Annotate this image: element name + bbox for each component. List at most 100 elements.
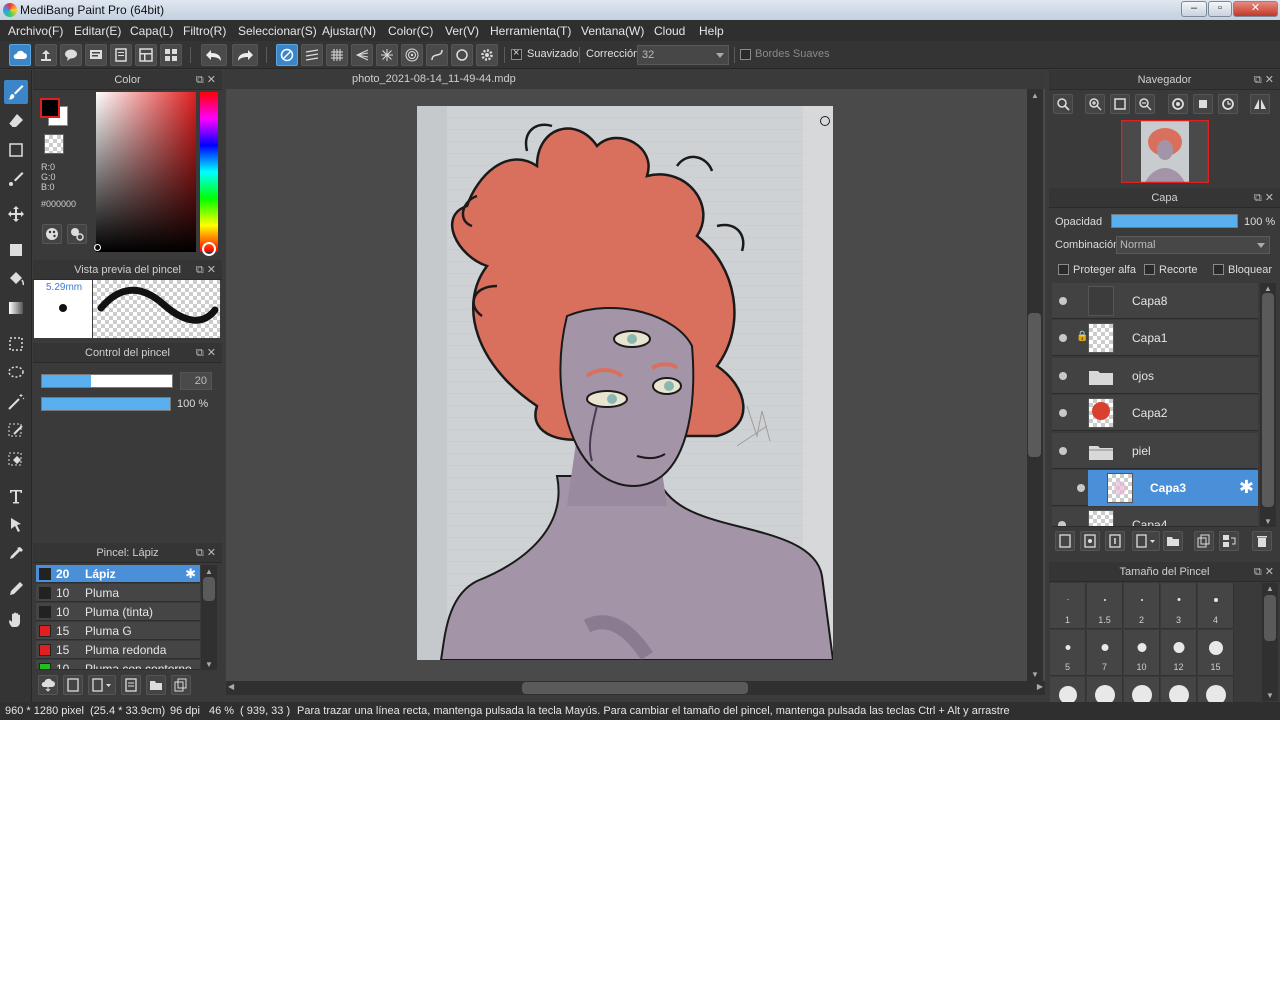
grid-panel-button[interactable] — [160, 44, 182, 66]
menu-filtro[interactable]: Filtro(R) — [183, 24, 226, 38]
soft-edges-checkbox[interactable] — [740, 49, 751, 60]
brush-item-pluma-redonda[interactable]: 15 Pluma redonda — [36, 641, 200, 659]
lock-checkbox[interactable] — [1213, 264, 1224, 275]
visibility-eye-icon[interactable] — [1059, 334, 1067, 342]
magic-wand-tool[interactable] — [4, 390, 28, 414]
minimize-button[interactable]: – — [1181, 1, 1207, 17]
scroll-down-icon[interactable]: ▼ — [1266, 691, 1274, 700]
brush-size-cell[interactable] — [1161, 677, 1197, 702]
visibility-eye-icon[interactable] — [1059, 447, 1067, 455]
panel-float-close-icons[interactable]: ⧉ ✕ — [1254, 562, 1274, 582]
move-tool[interactable] — [4, 202, 28, 226]
duplicate-layer-button[interactable] — [1194, 531, 1214, 551]
canvas-horizontal-scrollbar[interactable]: ◀ ▶ — [226, 681, 1045, 695]
visibility-eye-icon[interactable] — [1059, 409, 1067, 417]
brush-size-cell[interactable]: 15 — [1198, 630, 1234, 676]
upload-button[interactable] — [35, 44, 57, 66]
brush-size-cell[interactable] — [1124, 677, 1160, 702]
layout-button[interactable] — [135, 44, 157, 66]
fill-rect-tool[interactable] — [4, 238, 28, 262]
new-folder-button[interactable] — [1163, 531, 1183, 551]
navigator-preview[interactable] — [1120, 119, 1210, 184]
reset-view-button[interactable] — [1193, 94, 1213, 114]
new-layer-button[interactable] — [1055, 531, 1075, 551]
canvas-vertical-thumb[interactable] — [1028, 313, 1041, 457]
eraser-tool[interactable] — [4, 109, 28, 133]
layer-row-piel[interactable]: piel — [1052, 433, 1258, 469]
scroll-up-icon[interactable]: ▲ — [205, 567, 213, 576]
menu-color[interactable]: Color(C) — [388, 24, 433, 38]
pen-tool[interactable] — [4, 577, 28, 601]
clip-checkbox[interactable] — [1144, 264, 1155, 275]
close-button[interactable]: ✕ — [1233, 1, 1278, 17]
brush-opacity-slider[interactable] — [41, 397, 171, 411]
zoom-in-button[interactable] — [1085, 94, 1105, 114]
visibility-eye-icon[interactable] — [1077, 484, 1085, 492]
add-brush-menu-button[interactable] — [88, 675, 116, 695]
gradient-tool[interactable] — [4, 296, 28, 320]
parallel-snap-button[interactable] — [301, 44, 323, 66]
delete-layer-button[interactable] — [1252, 531, 1272, 551]
brush-item-pluma[interactable]: 10 Pluma — [36, 584, 200, 602]
brush-size-cell[interactable]: 3 — [1161, 583, 1197, 629]
brush-size-cell[interactable]: 7 — [1087, 630, 1123, 676]
transparent-color-swatch[interactable] — [44, 134, 64, 154]
layers-scrollbar[interactable]: ▲ ▼ — [1260, 283, 1276, 527]
menu-ajustar[interactable]: Ajustar(N) — [322, 24, 376, 38]
brush-tool[interactable] — [4, 80, 28, 104]
brush-size-cell[interactable] — [1198, 677, 1234, 702]
brush-item-lapiz[interactable]: 20 Lápiz ✱ — [36, 565, 200, 583]
new-brush-button[interactable] — [63, 675, 83, 695]
smoothing-checkbox[interactable] — [511, 47, 522, 60]
panel-float-close-icons[interactable]: ⧉ ✕ — [196, 260, 216, 280]
menu-ver[interactable]: Ver(V) — [445, 24, 479, 38]
layer-row-ojos[interactable]: ojos — [1052, 358, 1258, 394]
dot-brush-tool[interactable] — [4, 167, 28, 191]
blend-mode-select[interactable]: Normal — [1116, 236, 1270, 254]
menu-editar[interactable]: Editar(E) — [74, 24, 121, 38]
cross-snap-button[interactable] — [326, 44, 348, 66]
menu-capa[interactable]: Capa(L) — [130, 24, 173, 38]
menu-herramienta[interactable]: Herramienta(T) — [490, 24, 571, 38]
brush-size-cell[interactable]: 10 — [1124, 630, 1160, 676]
gear-icon[interactable]: ✱ — [1239, 477, 1254, 498]
rectangle-tool[interactable] — [4, 138, 28, 162]
scroll-down-icon[interactable]: ▼ — [205, 660, 213, 669]
brush-size-cell[interactable]: 2 — [1124, 583, 1160, 629]
hue-slider-handle[interactable] — [202, 242, 216, 256]
canvas-vertical-scrollbar[interactable]: ▲ ▼ — [1027, 89, 1043, 681]
comment-button[interactable] — [60, 44, 82, 66]
redo-button[interactable] — [232, 44, 258, 66]
maximize-button[interactable]: ▫ — [1208, 1, 1232, 17]
color-settings-button[interactable] — [67, 224, 87, 244]
rotate-left-button[interactable] — [1168, 94, 1188, 114]
protect-alpha-checkbox[interactable] — [1058, 264, 1069, 275]
document-tab[interactable]: photo_2021-08-14_11-49-44.mdp — [226, 70, 1045, 89]
layers-scroll-thumb[interactable] — [1262, 293, 1274, 507]
new-halftone-layer-button[interactable] — [1080, 531, 1100, 551]
select-pen-tool[interactable] — [4, 419, 28, 443]
layer-row-capa1[interactable]: 🔒 Capa1 — [1052, 320, 1258, 356]
layer-row-capa8[interactable]: Capa8 — [1052, 283, 1258, 319]
brush-size-slider[interactable] — [41, 374, 173, 388]
brush-size-cell[interactable]: 1.5 — [1087, 583, 1123, 629]
visibility-eye-icon[interactable] — [1058, 521, 1066, 526]
brush-size-cell[interactable]: 1 — [1050, 583, 1086, 629]
scroll-down-icon[interactable]: ▼ — [1264, 517, 1272, 526]
snap-off-button[interactable] — [276, 44, 298, 66]
hand-tool[interactable] — [4, 608, 28, 632]
scroll-right-icon[interactable]: ▶ — [1037, 682, 1043, 691]
scroll-up-icon[interactable]: ▲ — [1031, 91, 1039, 100]
undo-button[interactable] — [201, 44, 227, 66]
menu-seleccionar[interactable]: Seleccionar(S) — [238, 24, 317, 38]
gear-icon[interactable]: ✱ — [185, 566, 196, 582]
foreground-color-swatch[interactable] — [40, 98, 60, 118]
visibility-eye-icon[interactable] — [1059, 297, 1067, 305]
brush-properties-button[interactable] — [121, 675, 141, 695]
zoom-button[interactable] — [1053, 94, 1073, 114]
panel-float-close-icons[interactable]: ⧉ ✕ — [196, 70, 216, 90]
brush-list-scrollbar[interactable]: ▲ ▼ — [201, 565, 217, 670]
menu-archivo[interactable]: Archivo(F) — [8, 24, 63, 38]
brush-size-cell[interactable]: 5 — [1050, 630, 1086, 676]
menu-cloud[interactable]: Cloud — [654, 24, 685, 38]
